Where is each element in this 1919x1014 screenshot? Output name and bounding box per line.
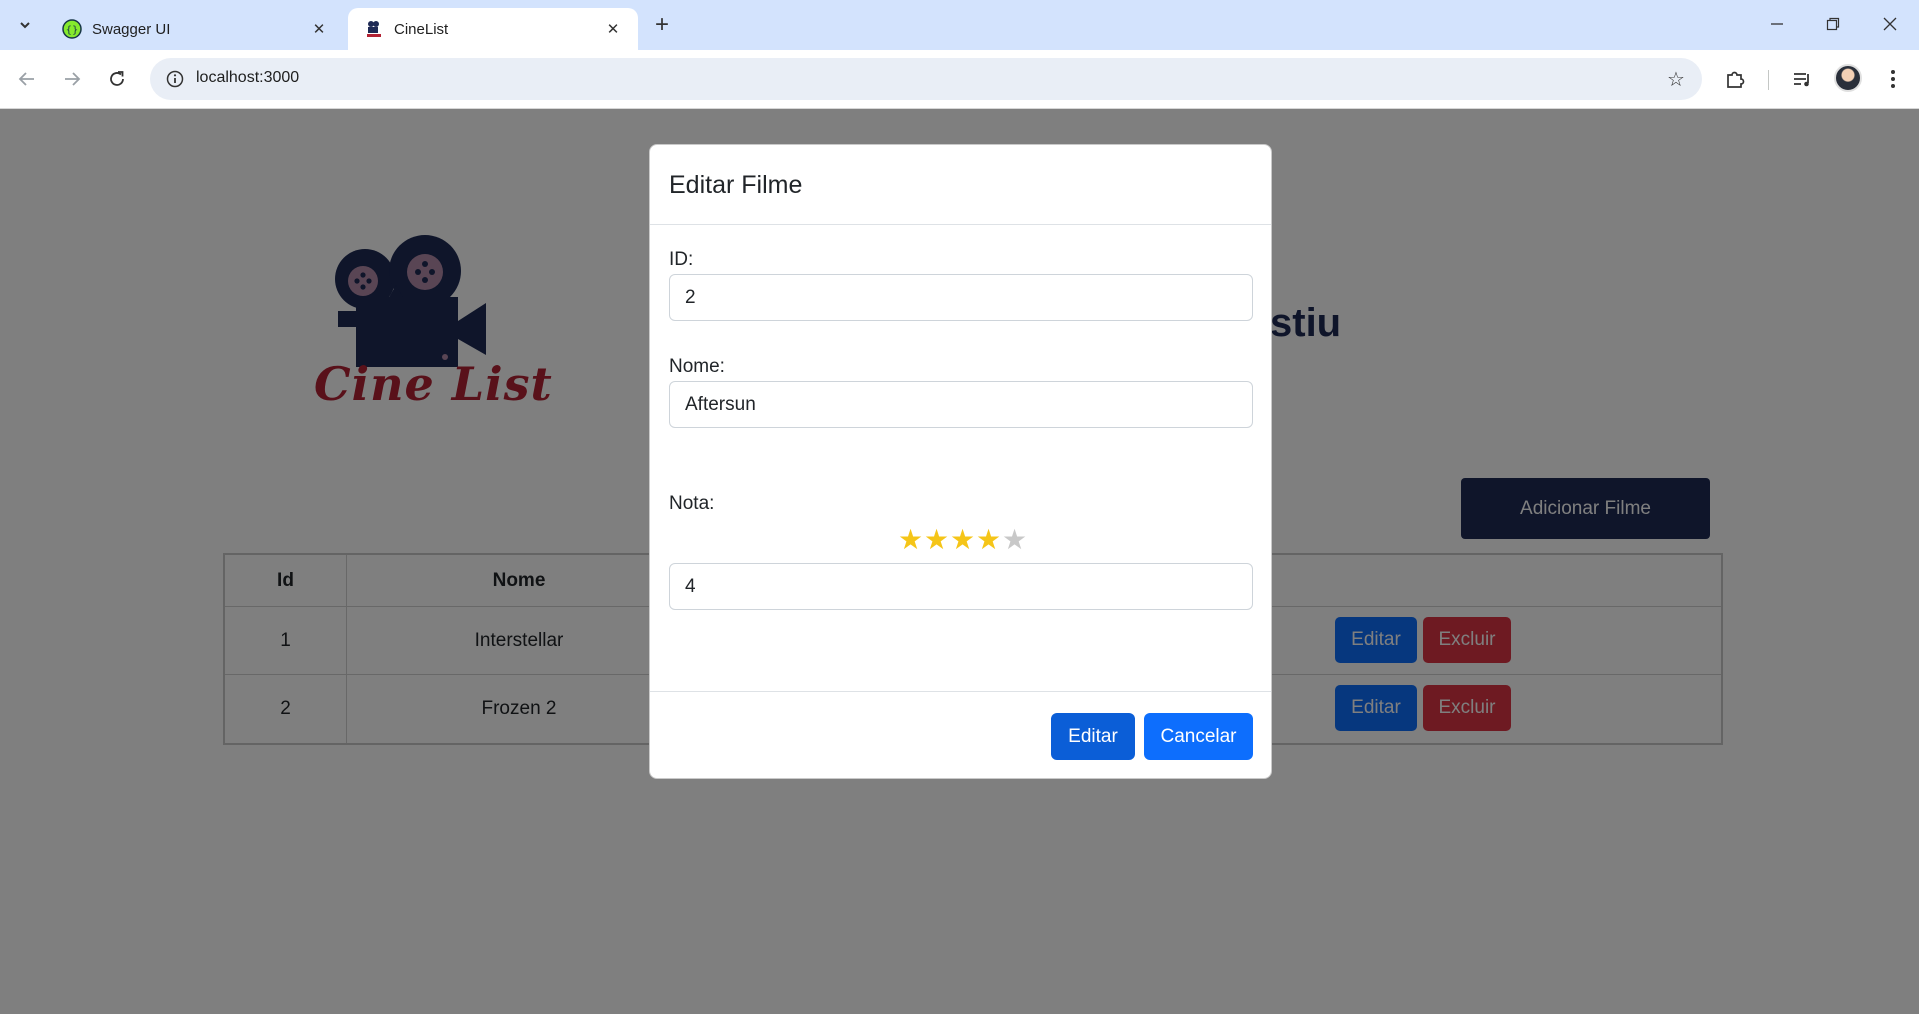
reload-button[interactable] — [98, 60, 136, 98]
reload-icon — [110, 71, 124, 86]
modal-title: Editar Filme — [669, 171, 803, 199]
url-text: localhost:3000 — [196, 69, 300, 86]
rating-label: Nota: — [669, 493, 715, 514]
close-icon[interactable]: ✕ — [602, 18, 624, 40]
new-tab-button[interactable]: + — [648, 11, 676, 39]
toolbar-divider — [1768, 70, 1769, 90]
restore-button[interactable] — [1805, 0, 1861, 48]
swagger-icon: {} — [62, 19, 82, 39]
edit-movie-modal: Editar Filme ID: Nome: Nota: ★★★★★ Edita… — [649, 144, 1272, 779]
media-control-icon[interactable] — [1785, 62, 1819, 96]
modal-footer: Editar Cancelar — [650, 691, 1271, 780]
tab-title: CineList — [394, 20, 449, 38]
profile-avatar[interactable] — [1834, 64, 1862, 92]
id-input[interactable] — [669, 274, 1253, 321]
name-label: Nome: — [669, 356, 725, 377]
star-rating[interactable]: ★ ★ ★ ★ ★ — [898, 525, 1027, 555]
modal-header: Editar Filme — [650, 145, 1271, 225]
tab-strip: {} Swagger UI ✕ CineList ✕ + — [0, 0, 1919, 50]
close-icon[interactable]: ✕ — [308, 18, 330, 40]
tab-cinelist[interactable]: CineList ✕ — [348, 8, 638, 50]
tab-title: Swagger UI — [92, 20, 171, 38]
rating-input[interactable] — [669, 563, 1253, 610]
id-label: ID: — [669, 249, 694, 270]
star-icon[interactable]: ★ — [898, 525, 923, 555]
save-edit-button[interactable]: Editar — [1051, 713, 1135, 760]
tab-search-button[interactable] — [10, 10, 40, 40]
arrow-right-icon — [65, 72, 81, 86]
chevron-down-icon — [20, 22, 30, 29]
minimize-button[interactable] — [1749, 0, 1805, 48]
site-info-icon[interactable] — [164, 68, 186, 90]
close-icon — [1883, 17, 1897, 31]
star-icon[interactable]: ★ — [950, 525, 975, 555]
plus-icon: + — [654, 11, 669, 38]
tab-swagger[interactable]: {} Swagger UI ✕ — [46, 8, 344, 50]
svg-text:{}: {} — [66, 25, 79, 36]
restore-icon — [1826, 17, 1840, 31]
bookmark-star-icon[interactable]: ☆ — [1664, 67, 1688, 91]
more-menu-icon[interactable] — [1876, 62, 1910, 96]
forward-button[interactable] — [53, 60, 91, 98]
browser-toolbar: localhost:3000 ☆ — [0, 50, 1919, 109]
address-bar[interactable]: localhost:3000 ☆ — [150, 58, 1702, 100]
minimize-icon — [1771, 23, 1783, 25]
back-button[interactable] — [8, 60, 46, 98]
star-icon[interactable]: ★ — [924, 525, 949, 555]
name-input[interactable] — [669, 381, 1253, 428]
star-icon[interactable]: ★ — [1002, 525, 1027, 555]
arrow-left-icon — [18, 72, 34, 86]
star-icon[interactable]: ★ — [976, 525, 1001, 555]
cancel-button[interactable]: Cancelar — [1144, 713, 1253, 760]
extensions-icon[interactable] — [1718, 62, 1752, 96]
camera-icon — [364, 19, 384, 39]
window-close-button[interactable] — [1862, 0, 1918, 48]
